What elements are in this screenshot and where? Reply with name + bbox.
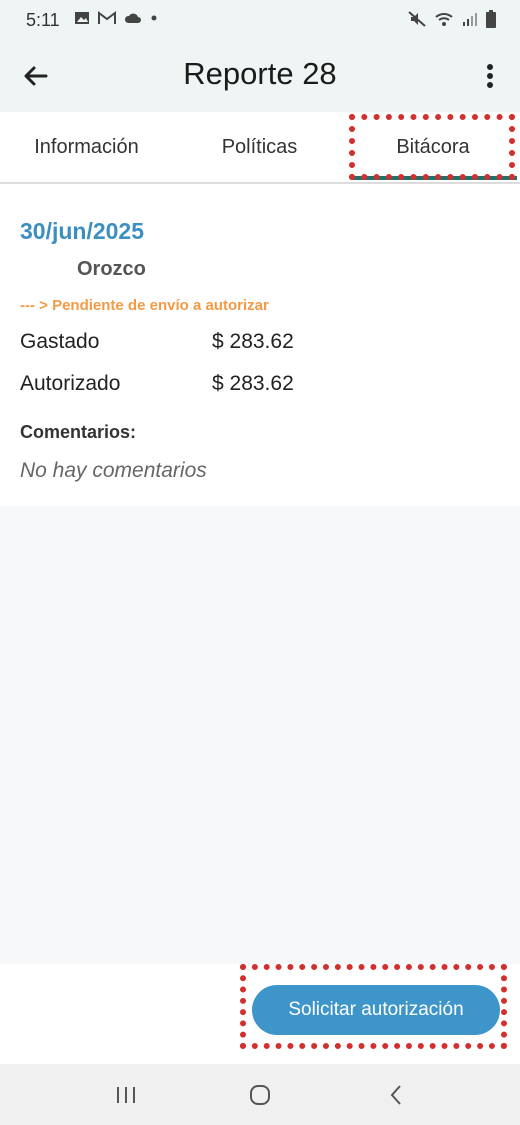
tab-informacion[interactable]: Información xyxy=(0,112,173,182)
mute-icon xyxy=(408,11,426,27)
log-entry: 30/jun/2025 Orozco --- > Pendiente de en… xyxy=(0,184,520,506)
comments-empty-text: No hay comentarios xyxy=(20,459,207,482)
status-left-icons xyxy=(74,10,158,26)
spent-value: $ 283.62 xyxy=(212,330,294,353)
entry-user: Orozco xyxy=(77,258,146,280)
signal-icon xyxy=(462,11,478,27)
battery-icon xyxy=(486,10,496,28)
home-icon xyxy=(248,1083,272,1107)
status-bar: 5:11 xyxy=(0,0,520,40)
authorized-value: $ 283.62 xyxy=(212,372,294,395)
authorized-label: Autorizado xyxy=(20,372,121,395)
tab-politicas[interactable]: Políticas xyxy=(173,112,346,182)
comments-label: Comentarios: xyxy=(20,422,137,442)
spent-label: Gastado xyxy=(20,330,100,353)
gmail-icon xyxy=(98,11,116,25)
status-time: 5:11 xyxy=(26,10,60,30)
cloud-icon xyxy=(124,12,142,24)
system-nav-bar xyxy=(0,1064,520,1125)
entry-date: 30/jun/2025 xyxy=(20,218,145,244)
home-button[interactable] xyxy=(244,1082,276,1108)
tab-bar: Información Políticas Bitácora xyxy=(0,112,520,184)
tab-selected-indicator xyxy=(352,176,517,180)
recents-icon xyxy=(115,1085,137,1105)
dot-icon xyxy=(150,14,158,22)
more-options-button[interactable] xyxy=(480,62,500,90)
more-vert-icon xyxy=(480,62,500,90)
tab-bitacora[interactable]: Bitácora xyxy=(346,112,520,182)
wifi-icon xyxy=(434,11,454,27)
request-authorization-button[interactable]: Solicitar autorización xyxy=(252,985,500,1035)
chevron-left-icon xyxy=(388,1084,404,1106)
app-bar: Reporte 28 xyxy=(0,40,520,112)
nav-back-button[interactable] xyxy=(380,1082,412,1108)
page-title: Reporte 28 xyxy=(183,56,337,91)
image-icon xyxy=(74,10,90,26)
entry-status: --- > Pendiente de envío a autorizar xyxy=(20,297,269,314)
recents-button[interactable] xyxy=(110,1082,142,1108)
status-right-icons xyxy=(408,10,496,28)
